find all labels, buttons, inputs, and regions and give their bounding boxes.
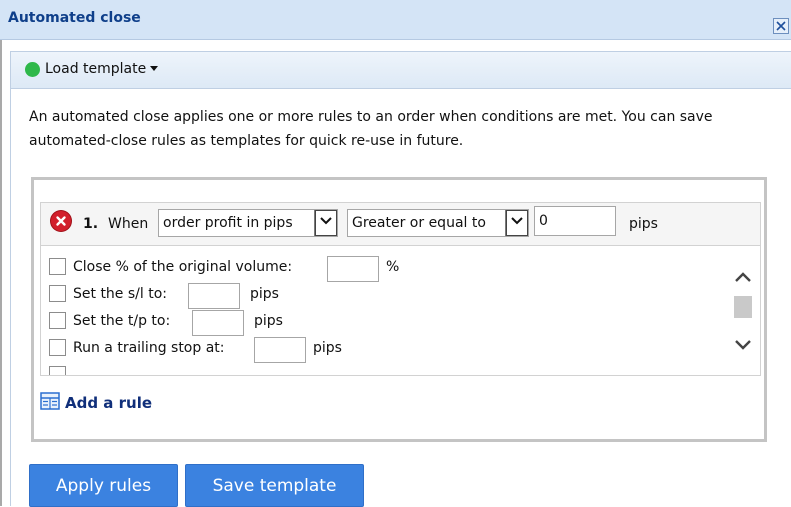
rule-header: 1. When order profit in pips Greater or … — [40, 202, 761, 246]
comparison-select[interactable]: Greater or equal to — [347, 209, 529, 237]
remove-rule-button[interactable] — [51, 211, 71, 231]
scroll-up-button[interactable] — [731, 266, 755, 288]
template-toolbar: Load template — [10, 51, 791, 89]
comparison-value: Greater or equal to — [352, 215, 486, 231]
action-unit: % — [386, 259, 400, 275]
scroll-down-button[interactable] — [731, 334, 755, 356]
action-label: Run a trailing stop at: — [73, 340, 225, 356]
chevron-up-icon — [735, 272, 751, 282]
rule-actions-list: Close % of the original volume: % Set th… — [40, 246, 761, 376]
add-rule-icon — [40, 392, 60, 410]
status-indicator-icon — [25, 62, 40, 77]
action-label: Set the t/p to: — [73, 313, 171, 329]
set-sl-checkbox[interactable] — [49, 285, 66, 302]
threshold-unit: pips — [629, 216, 658, 232]
add-rule-label: Add a rule — [65, 394, 153, 412]
apply-rules-label: Apply rules — [55, 476, 152, 496]
window-edge — [0, 0, 2, 506]
save-template-label: Save template — [212, 476, 337, 496]
action-label: Close % of the original volume: — [73, 259, 293, 275]
caret-down-icon — [150, 66, 159, 71]
actions-scrollbar[interactable] — [726, 246, 760, 374]
trailing-stop-checkbox[interactable] — [49, 339, 66, 356]
action-label: Set the s/l to: — [73, 286, 167, 302]
threshold-input[interactable] — [534, 206, 616, 236]
action-unit: pips — [313, 340, 342, 356]
save-template-button[interactable]: Save template — [185, 464, 364, 507]
chevron-down-icon — [735, 340, 751, 350]
action-unit: pips — [250, 286, 279, 302]
scroll-thumb[interactable] — [734, 296, 752, 318]
trailing-stop-input[interactable] — [254, 337, 306, 363]
close-icon — [776, 21, 786, 31]
intro-text: An automated close applies one or more r… — [29, 109, 713, 149]
remove-x-icon — [56, 216, 66, 226]
chevron-down-icon — [314, 210, 337, 236]
set-tp-input[interactable] — [192, 310, 244, 336]
load-template-dropdown[interactable]: Load template — [45, 61, 159, 77]
apply-rules-button[interactable]: Apply rules — [29, 464, 178, 507]
hidden-action-checkbox[interactable] — [49, 366, 66, 375]
close-window-button[interactable] — [773, 18, 789, 34]
dialog-body: An automated close applies one or more r… — [10, 89, 791, 507]
rule-number: 1. — [83, 216, 99, 232]
set-tp-checkbox[interactable] — [49, 312, 66, 329]
window-title: Automated close — [8, 10, 141, 26]
set-sl-input[interactable] — [188, 283, 240, 309]
chevron-down-icon — [505, 210, 528, 236]
close-volume-checkbox[interactable] — [49, 258, 66, 275]
rule-when-label: When — [108, 216, 149, 232]
condition-select[interactable]: order profit in pips — [158, 209, 338, 237]
rules-container: 1. When order profit in pips Greater or … — [31, 177, 767, 442]
action-unit: pips — [254, 313, 283, 329]
load-template-label: Load template — [45, 61, 147, 77]
close-volume-input[interactable] — [327, 256, 379, 282]
condition-value: order profit in pips — [163, 215, 293, 231]
window-titlebar: Automated close — [0, 0, 791, 40]
